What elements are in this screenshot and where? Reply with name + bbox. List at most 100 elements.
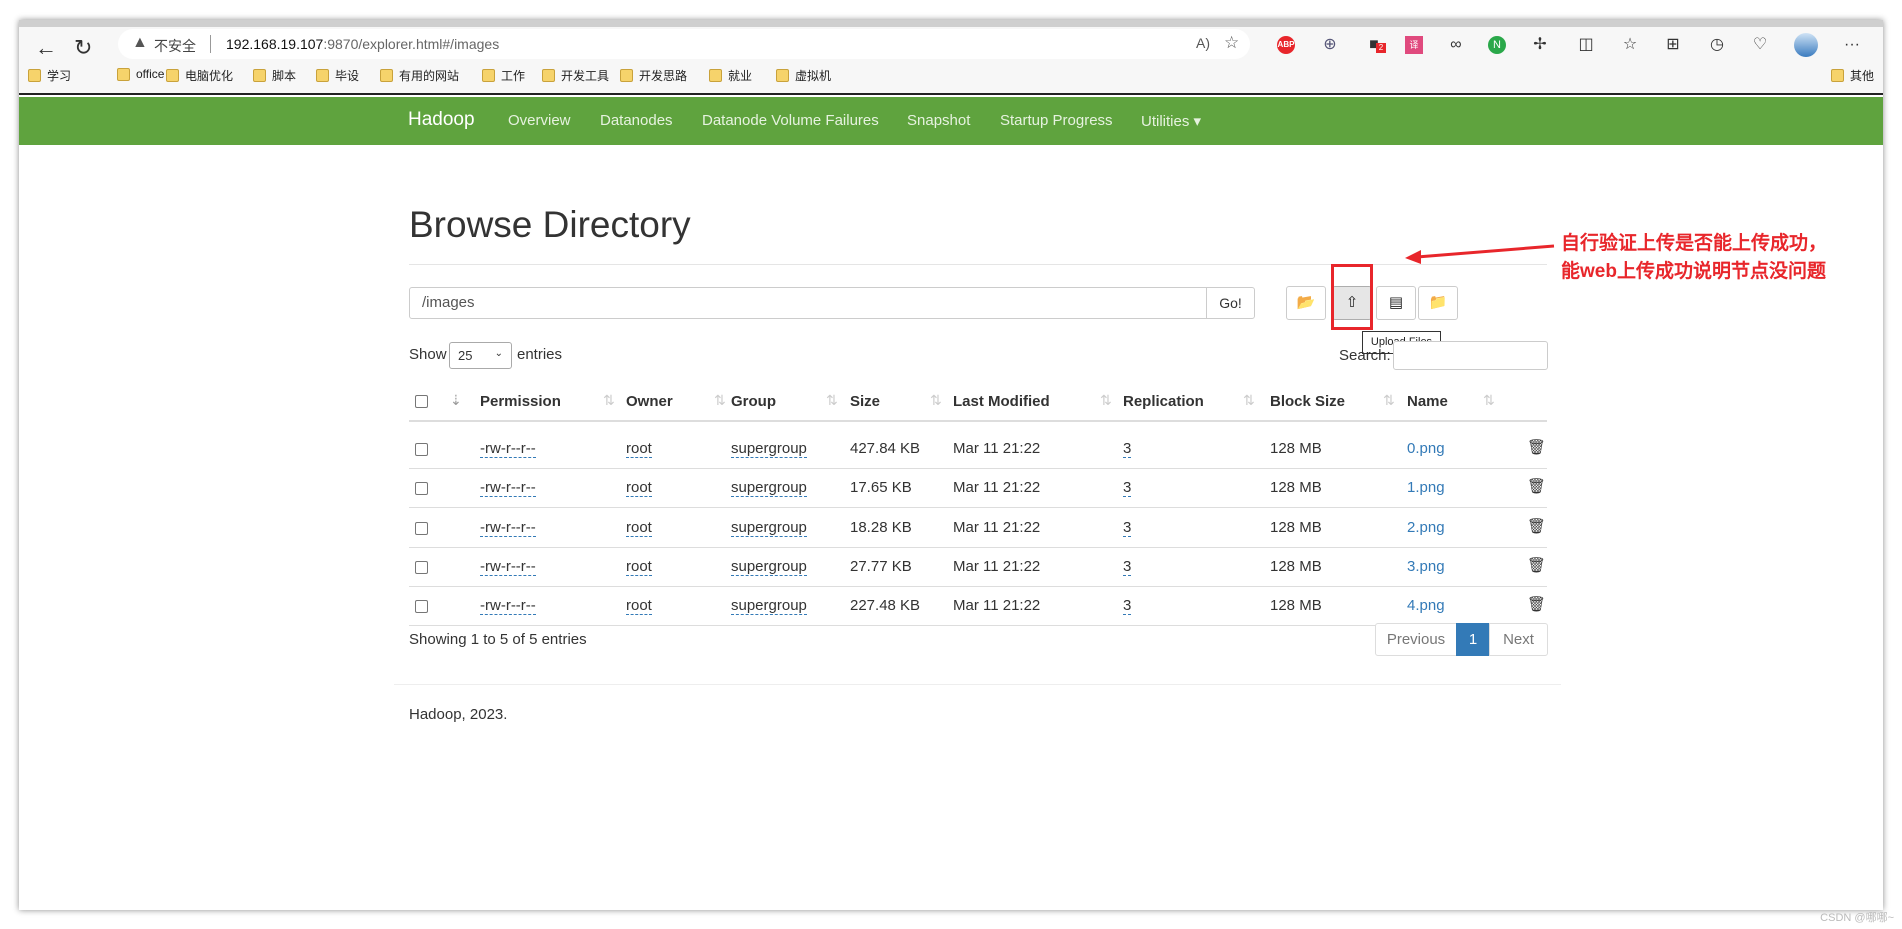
bookmark-item[interactable]: 学习 — [28, 67, 71, 84]
sort-icon[interactable]: ⇅ — [930, 392, 942, 409]
list-button[interactable]: ▤ — [1376, 286, 1416, 320]
read-aloud-icon[interactable]: A) — [1196, 35, 1210, 51]
row-checkbox[interactable] — [415, 560, 428, 574]
column-header[interactable]: Group — [731, 393, 776, 410]
globe-extension-icon[interactable]: ⊕ — [1318, 33, 1342, 57]
nav-overview[interactable]: Overview — [508, 112, 571, 129]
performance-icon[interactable]: ♡ — [1748, 33, 1772, 57]
collections-icon[interactable]: ⊞ — [1661, 33, 1685, 57]
cell-replication[interactable]: 3 — [1123, 440, 1132, 458]
refresh-icon[interactable]: ↻ — [74, 35, 92, 61]
menu-icon[interactable]: ··· — [1840, 33, 1864, 57]
cell-group[interactable]: supergroup — [731, 558, 807, 576]
cell-replication[interactable]: 3 — [1123, 597, 1132, 616]
other-bookmarks[interactable]: 其他 — [1831, 67, 1874, 84]
sort-icon[interactable]: ⇅ — [826, 392, 838, 409]
sort-icon[interactable]: ⇅ — [1100, 392, 1112, 409]
nav-startup-progress[interactable]: Startup Progress — [1000, 112, 1113, 129]
sort-icon[interactable]: ⇅ — [603, 392, 615, 409]
column-header[interactable]: Name — [1407, 393, 1448, 410]
row-checkbox[interactable] — [415, 600, 428, 614]
go-button[interactable]: Go! — [1206, 287, 1255, 319]
cell-permission[interactable]: -rw-r--r-- — [480, 519, 536, 537]
row-checkbox[interactable] — [415, 521, 428, 535]
sort-icon[interactable]: ⇅ — [1243, 392, 1255, 409]
cell-name[interactable]: 4.png — [1407, 597, 1445, 614]
row-checkbox[interactable] — [415, 482, 428, 496]
column-header[interactable]: Last Modified — [953, 393, 1050, 410]
n-extension-icon[interactable]: N — [1488, 36, 1506, 54]
trash-icon[interactable]: 🗑 — [1527, 438, 1546, 456]
cell-group[interactable]: supergroup — [731, 440, 807, 458]
cell-owner[interactable]: root — [626, 558, 652, 576]
entries-select[interactable]: 25 ⌄ — [449, 342, 512, 369]
translate-icon[interactable]: 译 — [1405, 36, 1423, 54]
cell-name[interactable]: 1.png — [1407, 479, 1445, 496]
cell-replication[interactable]: 3 — [1123, 519, 1132, 537]
nav-datanodes[interactable]: Datanodes — [600, 112, 673, 129]
cell-group[interactable]: supergroup — [731, 597, 807, 616]
select-all-checkbox[interactable] — [415, 395, 428, 408]
bookmark-item[interactable]: 工作 — [482, 67, 525, 84]
cell-name[interactable]: 3.png — [1407, 558, 1445, 575]
previous-button[interactable]: Previous — [1375, 623, 1457, 656]
nav-utilities-dropdown[interactable]: Utilities ▾ — [1141, 112, 1201, 130]
sort-icon[interactable]: ⇣ — [450, 392, 462, 409]
column-header[interactable]: Permission — [480, 393, 561, 410]
trash-icon[interactable]: 🗑 — [1527, 477, 1546, 495]
cell-group[interactable]: supergroup — [731, 519, 807, 537]
cell-replication[interactable]: 3 — [1123, 558, 1132, 576]
path-input[interactable]: /images — [409, 287, 1207, 319]
cell-permission[interactable]: -rw-r--r-- — [480, 479, 536, 498]
extension-icon[interactable]: ■ 2 — [1362, 33, 1386, 57]
favorites-icon[interactable]: ☆ — [1618, 33, 1642, 57]
open-folder-button[interactable]: 📂 — [1286, 286, 1326, 320]
sort-icon[interactable]: ⇅ — [1483, 392, 1495, 409]
cell-replication[interactable]: 3 — [1123, 479, 1132, 498]
bookmark-item[interactable]: 虚拟机 — [776, 67, 831, 84]
puzzle-extensions-icon[interactable]: ✢ — [1528, 33, 1552, 57]
trash-icon[interactable]: 🗑 — [1527, 517, 1546, 535]
bookmark-item[interactable]: 脚本 — [253, 67, 296, 84]
adblock-icon[interactable]: ABP — [1277, 36, 1295, 54]
cell-name[interactable]: 0.png — [1407, 440, 1445, 457]
cell-owner[interactable]: root — [626, 440, 652, 458]
cell-permission[interactable]: -rw-r--r-- — [480, 440, 536, 458]
brand-link[interactable]: Hadoop — [408, 109, 475, 131]
bookmark-item[interactable]: 开发工具 — [542, 67, 609, 84]
column-header[interactable]: Block Size — [1270, 393, 1345, 410]
column-header[interactable]: Replication — [1123, 393, 1204, 410]
bookmark-item[interactable]: 电脑优化 — [166, 67, 233, 84]
link-extension-icon[interactable]: ∞ — [1444, 33, 1468, 57]
favorite-star-icon[interactable]: ☆ — [1224, 33, 1239, 53]
column-header[interactable]: Size — [850, 393, 880, 410]
cell-name[interactable]: 2.png — [1407, 519, 1445, 536]
bookmark-item[interactable]: 有用的网站 — [380, 67, 459, 84]
history-icon[interactable]: ◷ — [1705, 33, 1729, 57]
address-bar[interactable]: ▲ 不安全 192.168.19.107:9870/explorer.html#… — [118, 29, 1250, 59]
bookmark-item[interactable]: 毕设 — [316, 67, 359, 84]
trash-icon[interactable]: 🗑 — [1527, 556, 1546, 574]
next-button[interactable]: Next — [1489, 623, 1548, 656]
cell-owner[interactable]: root — [626, 479, 652, 498]
column-header[interactable]: Owner — [626, 393, 673, 410]
nav-snapshot[interactable]: Snapshot — [907, 112, 970, 129]
cell-owner[interactable]: root — [626, 597, 652, 616]
search-input[interactable] — [1393, 341, 1548, 370]
create-folder-button[interactable]: 📁 — [1418, 286, 1458, 320]
row-checkbox[interactable] — [415, 443, 428, 456]
cell-permission[interactable]: -rw-r--r-- — [480, 558, 536, 576]
bookmark-item[interactable]: 就业 — [709, 67, 752, 84]
bookmark-item[interactable]: office — [117, 67, 164, 81]
bookmark-item[interactable]: 开发思路 — [620, 67, 687, 84]
cell-group[interactable]: supergroup — [731, 479, 807, 498]
back-icon[interactable]: ← — [35, 35, 57, 61]
cell-permission[interactable]: -rw-r--r-- — [480, 597, 536, 616]
sort-icon[interactable]: ⇅ — [1383, 392, 1395, 409]
nav-volume-failures[interactable]: Datanode Volume Failures — [702, 112, 879, 129]
page-1-button[interactable]: 1 — [1456, 623, 1490, 656]
trash-icon[interactable]: 🗑 — [1527, 595, 1546, 613]
avatar[interactable] — [1794, 33, 1818, 57]
split-screen-icon[interactable]: ◫ — [1574, 33, 1598, 57]
cell-owner[interactable]: root — [626, 519, 652, 537]
